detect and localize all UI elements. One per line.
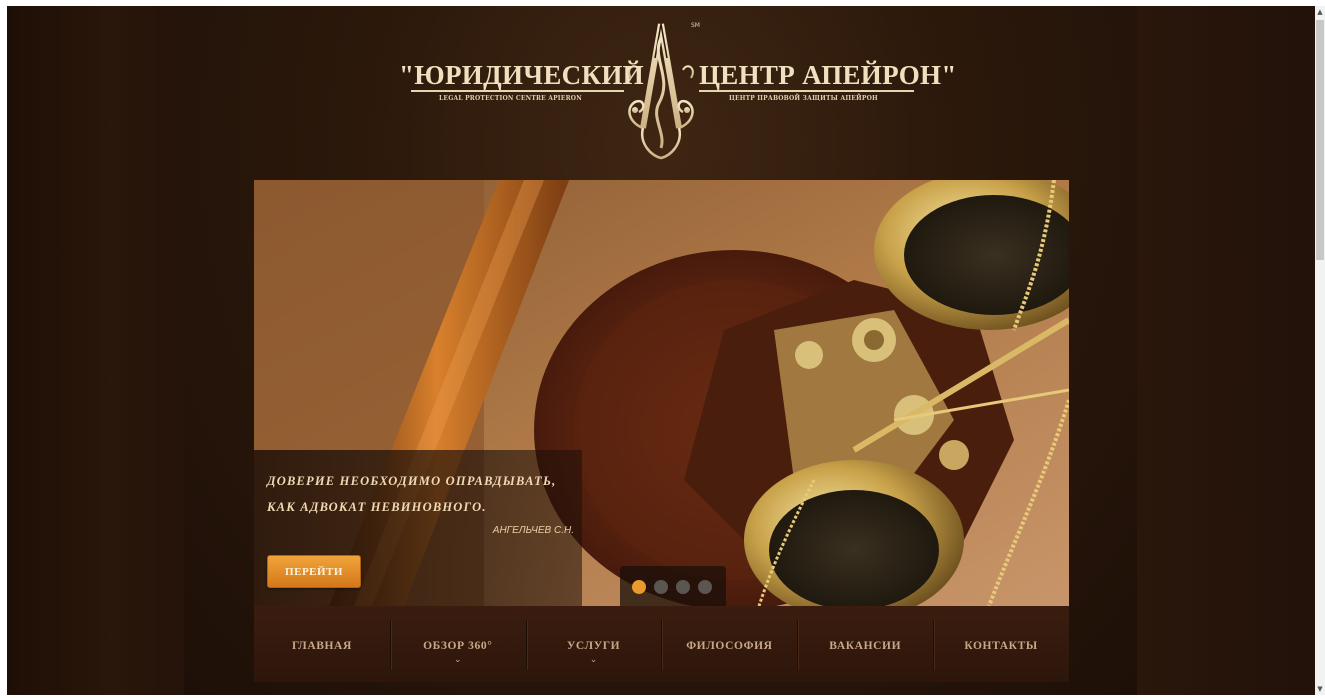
scrollbar-thumb[interactable] <box>1316 20 1324 260</box>
nav-item-overview-360[interactable]: ОБЗОР 360° ⌄ <box>389 606 526 682</box>
chevron-down-icon: ⌄ <box>453 655 462 665</box>
nav-label: ОБЗОР 360° <box>423 640 493 652</box>
vertical-scrollbar[interactable]: ▲ ▼ <box>1315 6 1325 695</box>
site-logo[interactable]: "ЮРИДИЧЕСКИЙ ЦЕНТР АПЕЙРОН" LEGAL PROTEC… <box>399 18 956 163</box>
nav-label: ГЛАВНАЯ <box>291 640 352 652</box>
nav-item-home[interactable]: ГЛАВНАЯ <box>254 606 390 682</box>
slider-dot-2[interactable] <box>654 580 668 594</box>
nav-label: УСЛУГИ <box>566 640 621 652</box>
logo-subtitle-left: LEGAL PROTECTION CENTRE APIERON <box>439 95 582 102</box>
slider-dot-3[interactable] <box>676 580 690 594</box>
nav-label: КОНТАКТЫ <box>964 640 1038 652</box>
chevron-down-icon: ⌄ <box>589 655 598 665</box>
logo-title-right: ЦЕНТР АПЕЙРОН" <box>699 60 957 90</box>
nav-item-philosophy[interactable]: ФИЛОСОФИЯ <box>661 606 797 682</box>
logo-rule-left <box>411 90 624 92</box>
site-container: "ЮРИДИЧЕСКИЙ ЦЕНТР АПЕЙРОН" LEGAL PROTEC… <box>184 6 1137 695</box>
quote-line-2: КАК АДВОКАТ НЕВИНОВНОГО. <box>267 500 487 514</box>
nav-label: ВАКАНСИИ <box>829 640 902 652</box>
nav-item-contacts[interactable]: КОНТАКТЫ <box>933 606 1069 682</box>
page-background: "ЮРИДИЧЕСКИЙ ЦЕНТР АПЕЙРОН" LEGAL PROTEC… <box>7 6 1315 695</box>
nav-item-services[interactable]: УСЛУГИ ⌄ <box>525 606 662 682</box>
nav-label: ФИЛОСОФИЯ <box>686 640 773 652</box>
logo-emblem-icon <box>628 23 694 160</box>
slider-dot-1[interactable] <box>632 580 646 594</box>
scroll-down-icon[interactable]: ▼ <box>1315 683 1325 695</box>
main-navigation: ГЛАВНАЯ ОБЗОР 360° ⌄ УСЛУГИ ⌄ ФИЛОСОФИЯ … <box>254 606 1069 682</box>
slider-pagination <box>620 566 726 606</box>
quote-line-1: ДОВЕРИЕ НЕОБХОДИМО ОПРАВДЫВАТЬ, <box>267 474 557 488</box>
scroll-up-icon[interactable]: ▲ <box>1315 6 1325 18</box>
hero-slider[interactable]: ДОВЕРИЕ НЕОБХОДИМО ОПРАВДЫВАТЬ, КАК АДВО… <box>254 180 1069 606</box>
go-button[interactable]: ПЕРЕЙТИ <box>267 555 361 588</box>
logo-subtitle-right: ЦЕНТР ПРАВОВОЙ ЗАЩИТЫ АПЕЙРОН <box>729 95 878 102</box>
quote-author: АНГЕЛЬЧЕВ С.Н. <box>492 525 574 536</box>
logo-rule-right <box>699 90 914 92</box>
logo-title-left: "ЮРИДИЧЕСКИЙ <box>399 60 644 90</box>
slider-dot-4[interactable] <box>698 580 712 594</box>
nav-item-vacancies[interactable]: ВАКАНСИИ <box>797 606 933 682</box>
